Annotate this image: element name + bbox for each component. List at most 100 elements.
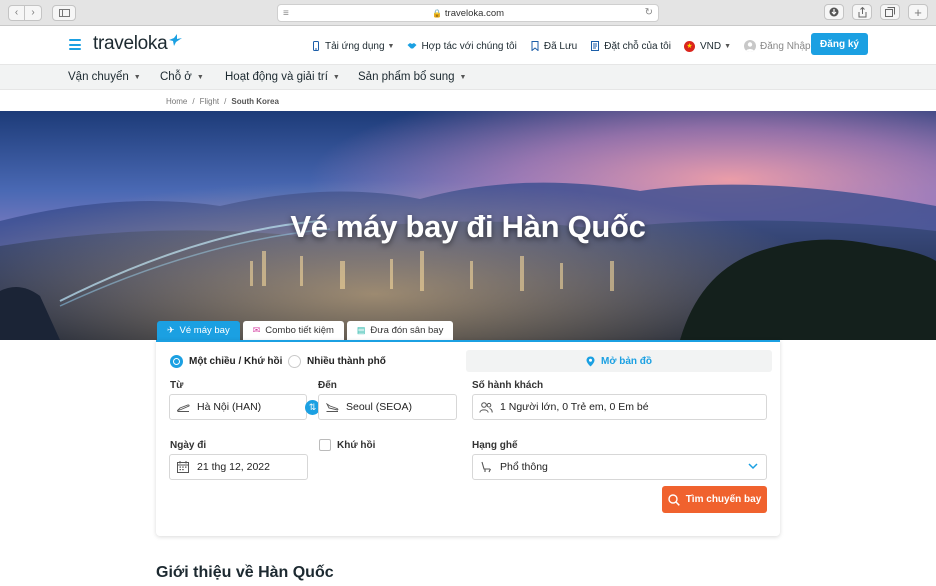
swap-icon: ⇅ — [308, 402, 317, 412]
search-flights-label: Tìm chuyến bay — [685, 494, 762, 505]
menu-icon[interactable] — [69, 39, 81, 53]
signup-button[interactable]: Đăng ký — [811, 33, 868, 55]
breadcrumb-separator: / — [224, 97, 227, 106]
radio-one-way-round-trip[interactable]: Một chiều / Khứ hồi — [170, 355, 282, 368]
site-header: traveloka Tải ứng dụng ▼ Hợp tác với chú… — [0, 26, 936, 64]
tab-label: Combo tiết kiệm — [265, 325, 334, 336]
handshake-icon — [407, 43, 417, 49]
sidebar-toggle-button[interactable] — [52, 4, 76, 21]
chevron-down-icon: ▼ — [724, 42, 732, 50]
address-bar[interactable]: ≡ 🔒 traveloka.com ↻ — [277, 4, 659, 22]
to-label: Đến — [318, 380, 337, 391]
breadcrumb: Home / Flight / South Korea — [0, 90, 936, 111]
url-text: traveloka.com — [444, 7, 505, 19]
passengers-value: 1 Người lớn, 0 Trẻ em, 0 Em bé — [500, 401, 649, 413]
tab-combo[interactable]: ✉ Combo tiết kiệm — [242, 321, 344, 340]
forward-button[interactable]: › — [25, 4, 42, 21]
category-nav: Vận chuyển ▼ Chỗ ở ▼ Hoạt động và giải trí… — [0, 64, 936, 90]
download-icon — [829, 7, 839, 17]
radio-dot — [288, 355, 301, 368]
search-icon — [668, 493, 680, 506]
to-value: Seoul (SEOA) — [346, 401, 412, 413]
login-link[interactable]: Đăng Nhập ▼ — [744, 40, 821, 52]
flight-search-form: Một chiều / Khứ hồi Nhiều thành phố Mở b… — [156, 340, 780, 536]
users-icon — [479, 401, 493, 413]
chevron-down-icon: ▼ — [332, 73, 340, 81]
from-field[interactable]: Hà Nội (HAN) — [169, 394, 307, 420]
radio-multi-city[interactable]: Nhiều thành phố — [288, 355, 386, 368]
departure-date-field[interactable]: 21 thg 12, 2022 — [169, 454, 308, 480]
tab-flights[interactable]: ✈ Vé máy bay — [157, 321, 240, 340]
round-trip-label: Khứ hồi — [337, 439, 376, 451]
category-label: Chỗ ở — [160, 71, 192, 83]
chevron-down-icon: ▼ — [133, 73, 141, 81]
checkbox-box — [319, 439, 331, 451]
browser-actions: + — [824, 4, 928, 20]
search-flights-button[interactable]: Tìm chuyến bay — [662, 486, 767, 513]
category-activities[interactable]: Hoạt động và giải trí ▼ — [225, 71, 340, 83]
open-map-button[interactable]: Mở bản đồ — [466, 350, 772, 372]
chevron-down-icon — [748, 463, 758, 470]
takeoff-icon — [176, 403, 190, 412]
back-button[interactable]: ‹ — [8, 4, 25, 21]
product-tabs: ✈ Vé máy bay ✉ Combo tiết kiệm ▤ Đưa đón… — [157, 321, 454, 340]
new-tab-button[interactable]: + — [908, 4, 928, 20]
category-label: Vận chuyển — [68, 71, 129, 83]
currency-label: VND — [699, 40, 722, 52]
phone-icon — [313, 41, 319, 51]
to-field[interactable]: Seoul (SEOA) — [318, 394, 457, 420]
calendar-icon — [176, 461, 190, 473]
logo[interactable]: traveloka — [93, 33, 183, 55]
category-label: Hoạt động và giải trí — [225, 71, 328, 83]
tab-label: Vé máy bay — [179, 325, 230, 336]
seat-class-select[interactable]: Phổ thông — [472, 454, 767, 480]
seat-icon — [479, 461, 493, 473]
logo-bird-icon — [169, 34, 183, 46]
sidebar-icon — [58, 8, 70, 17]
radio-label: Một chiều / Khứ hồi — [189, 356, 283, 367]
from-value: Hà Nội (HAN) — [197, 401, 262, 413]
airplane-icon: ✈ — [167, 325, 175, 335]
my-bookings-link[interactable]: Đặt chỗ của tôi — [590, 41, 671, 52]
receipt-icon — [591, 41, 600, 51]
share-icon — [858, 6, 866, 17]
radio-dot — [170, 355, 183, 368]
user-avatar-icon — [744, 40, 757, 52]
landing-icon — [325, 402, 339, 412]
vietnam-flag-icon: ★ — [683, 40, 695, 52]
currency-selector[interactable]: ★ VND ▼ — [683, 40, 732, 52]
bookmark-icon — [531, 41, 539, 51]
saved-label: Đã Lưu — [543, 40, 578, 52]
share-button[interactable] — [852, 4, 872, 20]
download-app-label: Tải ứng dụng — [325, 40, 385, 52]
intro-heading: Giới thiệu về Hàn Quốc — [156, 564, 334, 581]
breadcrumb-flight[interactable]: Flight — [200, 97, 220, 106]
open-map-label: Mở bản đồ — [601, 355, 652, 367]
header-nav: Tải ứng dụng ▼ Hợp tác với chúng tôi Đã … — [311, 40, 834, 52]
tab-airport-transfer[interactable]: ▤ Đưa đón sân bay — [346, 321, 454, 340]
partner-link[interactable]: Hợp tác với chúng tôi — [407, 41, 517, 52]
tabs-button[interactable] — [880, 4, 900, 20]
login-label: Đăng Nhập — [760, 40, 811, 52]
category-accommodation[interactable]: Chỗ ở ▼ — [160, 71, 204, 83]
category-transport[interactable]: Vận chuyển ▼ — [68, 71, 141, 83]
breadcrumb-separator: / — [192, 97, 195, 106]
reload-icon[interactable]: ↻ — [645, 7, 653, 18]
download-app-link[interactable]: Tải ứng dụng ▼ — [311, 41, 394, 52]
chevron-down-icon: ▼ — [196, 73, 204, 81]
download-button[interactable] — [824, 4, 844, 20]
breadcrumb-home[interactable]: Home — [166, 97, 187, 106]
map-pin-icon — [586, 356, 595, 366]
passengers-label: Số hành khách — [472, 380, 544, 391]
reader-icon[interactable]: ≡ — [283, 8, 289, 19]
logo-text: traveloka — [93, 33, 168, 54]
chevron-down-icon: ▼ — [387, 42, 395, 50]
hero-banner: Vé máy bay đi Hàn Quốc — [0, 111, 936, 340]
passengers-field[interactable]: 1 Người lớn, 0 Trẻ em, 0 Em bé — [472, 394, 767, 420]
chevron-down-icon: ▼ — [459, 73, 467, 81]
breadcrumb-current: South Korea — [231, 97, 279, 106]
saved-link[interactable]: Đã Lưu — [530, 41, 577, 52]
round-trip-checkbox[interactable]: Khứ hồi — [319, 439, 375, 451]
date-label: Ngày đi — [170, 440, 207, 451]
category-addons[interactable]: Sản phẩm bổ sung ▼ — [358, 71, 466, 83]
